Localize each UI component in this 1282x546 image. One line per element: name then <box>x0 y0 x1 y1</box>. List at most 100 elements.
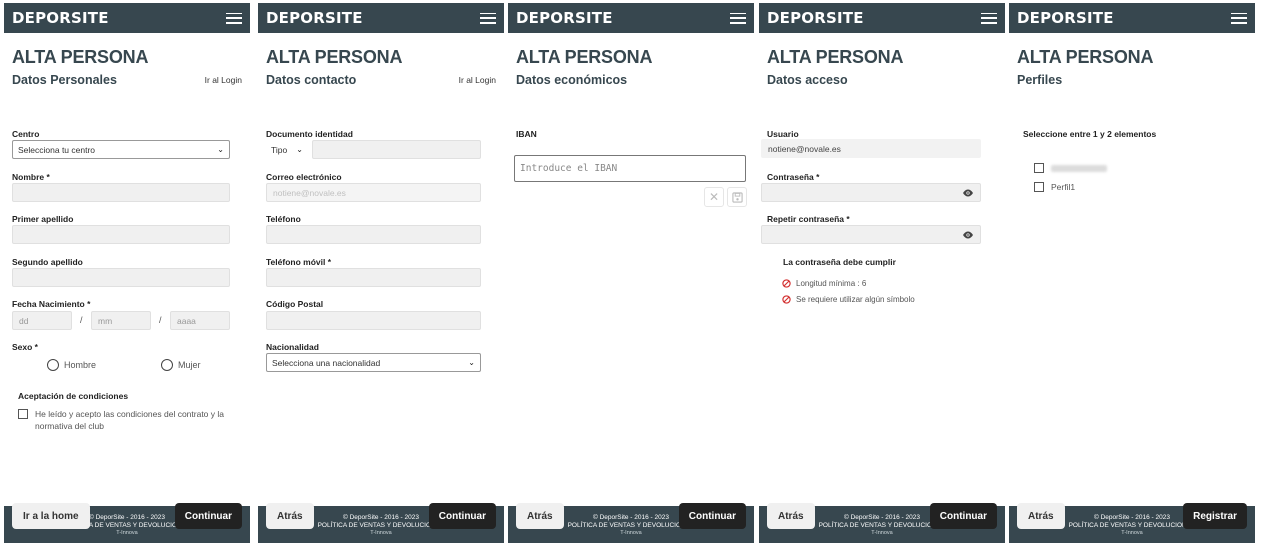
section-title: Perfiles <box>1017 73 1063 87</box>
nacionalidad-select[interactable]: Selecciona una nacionalidad ⌄ <box>266 353 481 372</box>
menu-icon[interactable] <box>981 12 997 24</box>
register-button[interactable]: Registrar <box>1183 503 1247 529</box>
nacionalidad-label: Nacionalidad <box>266 342 319 352</box>
panel-datos-personales: DEPORSITE ALTA PERSONA Datos Personales … <box>4 3 250 543</box>
condiciones-checkbox[interactable]: He leído y acepto las condiciones del co… <box>18 408 228 432</box>
continue-button[interactable]: Continuar <box>428 503 496 529</box>
panel-datos-contacto: DEPORSITE ALTA PERSONA Datos contacto Ir… <box>258 3 504 543</box>
correo-input[interactable]: notiene@novale.es <box>266 183 481 202</box>
radio-mujer[interactable]: Mujer <box>161 359 201 371</box>
profile-checkbox[interactable]: Perfil1 <box>1034 181 1075 193</box>
page-title: ALTA PERSONA <box>12 47 149 67</box>
cp-input[interactable] <box>266 311 481 330</box>
date-separator: / <box>80 315 83 325</box>
rule-length-text: Longitud mínima : 6 <box>796 279 867 288</box>
continue-button[interactable]: Continuar <box>174 503 242 529</box>
footer-credit: T-Innova <box>116 529 138 536</box>
brand-logo: DEPORSITE <box>12 9 109 27</box>
nombre-input[interactable] <box>12 183 230 202</box>
menu-icon[interactable] <box>480 12 496 24</box>
brand-logo: DEPORSITE <box>516 9 613 27</box>
form-content: ALTA PERSONA Perfiles Seleccione entre 1… <box>1009 33 1255 529</box>
forbidden-icon <box>782 295 791 304</box>
nacionalidad-select-value: Selecciona una nacionalidad <box>272 357 381 368</box>
home-button[interactable]: Ir a la home <box>12 503 90 529</box>
continue-button[interactable]: Continuar <box>678 503 746 529</box>
eye-icon[interactable] <box>962 188 974 198</box>
day-input[interactable]: dd <box>12 311 72 330</box>
page-title: ALTA PERSONA <box>266 47 403 67</box>
page-title: ALTA PERSONA <box>1017 47 1154 67</box>
tipo-select[interactable]: Tipo ⌄ <box>266 140 308 159</box>
password-label: Contraseña * <box>767 172 820 182</box>
centro-select-value: Selecciona tu centro <box>18 144 96 155</box>
date-separator: / <box>159 315 162 325</box>
back-button[interactable]: Atrás <box>1017 503 1065 529</box>
checkbox-icon <box>1034 182 1044 192</box>
section-title: Datos acceso <box>767 73 848 87</box>
clear-icon[interactable]: ✕ <box>704 187 724 207</box>
password-input[interactable] <box>761 183 981 202</box>
usuario-label: Usuario <box>767 129 799 139</box>
brand-logo: DEPORSITE <box>1017 9 1114 27</box>
movil-input[interactable] <box>266 268 481 287</box>
rules-title: La contraseña debe cumplir <box>783 257 896 267</box>
back-button[interactable]: Atrás <box>266 503 314 529</box>
panel-datos-acceso: DEPORSITE ALTA PERSONA Datos acceso Usua… <box>759 3 1005 543</box>
condiciones-text: He leído y acepto las condiciones del co… <box>35 409 225 431</box>
radio-hombre[interactable]: Hombre <box>47 359 96 371</box>
chevron-down-icon: ⌄ <box>217 145 224 154</box>
checkbox-icon <box>1034 163 1044 173</box>
brand-logo: DEPORSITE <box>767 9 864 27</box>
fecha-label: Fecha Nacimiento * <box>12 299 91 309</box>
movil-label: Teléfono móvil * <box>266 257 332 267</box>
menu-icon[interactable] <box>730 12 746 24</box>
documento-label: Documento identidad <box>266 129 353 139</box>
sexo-label: Sexo * <box>12 342 38 352</box>
back-button[interactable]: Atrás <box>767 503 815 529</box>
iban-input[interactable]: Introduce el IBAN <box>514 155 746 182</box>
profile-label-blurred <box>1051 165 1107 172</box>
rule-symbol: Se requiere utilizar algún símbolo <box>782 295 915 304</box>
back-button[interactable]: Atrás <box>516 503 564 529</box>
button-row: Atrás Continuar <box>516 503 746 529</box>
apellido2-label: Segundo apellido <box>12 257 83 267</box>
save-icon[interactable] <box>727 187 747 207</box>
tipo-select-value: Tipo <box>271 144 288 155</box>
brand-logo: DEPORSITE <box>266 9 363 27</box>
footer-credit: T-Innova <box>620 529 642 536</box>
section-title: Datos económicos <box>516 73 628 87</box>
month-input[interactable]: mm <box>91 311 151 330</box>
menu-icon[interactable] <box>1231 12 1247 24</box>
section-title: Datos Personales <box>12 73 117 87</box>
top-bar: DEPORSITE <box>759 3 1005 33</box>
checkbox-icon <box>18 409 28 419</box>
telefono-input[interactable] <box>266 225 481 244</box>
login-link[interactable]: Ir al Login <box>205 75 242 85</box>
profiles-instruction: Seleccione entre 1 y 2 elementos <box>1023 129 1157 139</box>
radio-mujer-label: Mujer <box>178 360 201 370</box>
apellido1-input[interactable] <box>12 225 230 244</box>
documento-input[interactable] <box>312 140 481 159</box>
year-input[interactable]: aaaa <box>170 311 230 330</box>
top-bar: DEPORSITE <box>258 3 504 33</box>
form-content: ALTA PERSONA Datos contacto Ir al Login … <box>258 33 504 529</box>
eye-icon[interactable] <box>962 230 974 240</box>
apellido2-input[interactable] <box>12 268 230 287</box>
usuario-value: notiene@novale.es <box>761 139 981 158</box>
repeat-label: Repetir contraseña * <box>767 214 850 224</box>
menu-icon[interactable] <box>226 12 242 24</box>
radio-circle-icon <box>161 359 173 371</box>
button-row: Atrás Continuar <box>266 503 496 529</box>
continue-button[interactable]: Continuar <box>929 503 997 529</box>
repeat-password-input[interactable] <box>761 225 981 244</box>
rule-symbol-text: Se requiere utilizar algún símbolo <box>796 295 915 304</box>
login-link[interactable]: Ir al Login <box>459 75 496 85</box>
condiciones-title: Aceptación de condiciones <box>18 391 129 401</box>
profile-label: Perfil1 <box>1051 182 1076 192</box>
centro-select[interactable]: Selecciona tu centro ⌄ <box>12 140 230 159</box>
centro-label: Centro <box>12 129 40 139</box>
form-content: ALTA PERSONA Datos económicos IBAN Intro… <box>508 33 754 529</box>
profile-checkbox[interactable] <box>1034 162 1107 173</box>
top-bar: DEPORSITE <box>508 3 754 33</box>
